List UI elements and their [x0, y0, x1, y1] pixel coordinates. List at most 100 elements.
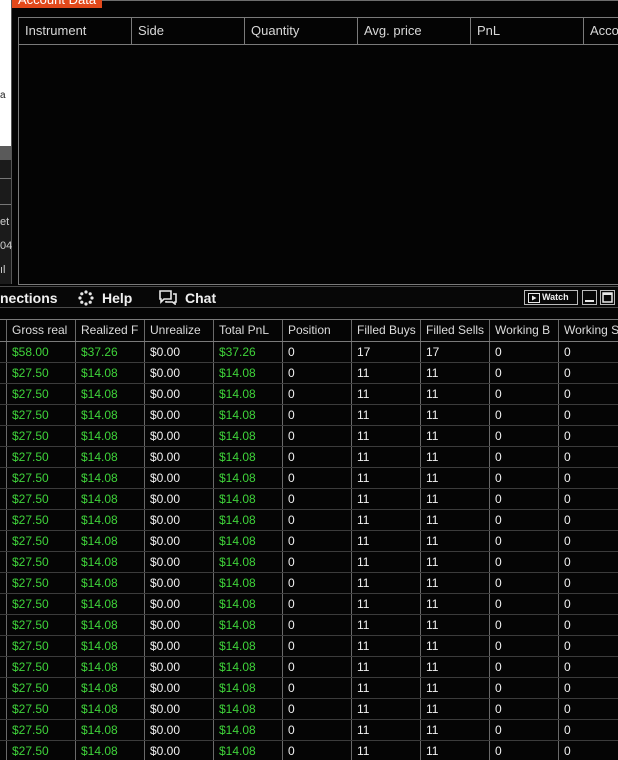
grid-cell: 11	[421, 489, 490, 509]
grid-cell: $27.50	[7, 405, 76, 425]
grid-row[interactable]: $27.50 $14.08 $0.00 $14.08 0 11 11 0 0	[0, 363, 618, 384]
positions-grid[interactable]: Gross real Realized F Unrealize Total PnL Po…	[0, 319, 618, 760]
grid-cell: 11	[352, 678, 421, 698]
grid-cell: 11	[421, 447, 490, 467]
grid-row[interactable]: $27.50 $14.08 $0.00 $14.08 0 11 11 0 0	[0, 699, 618, 720]
grid-column-header[interactable]: Unrealize	[145, 320, 214, 341]
grid-column-header[interactable]: Gross real	[7, 320, 76, 341]
grid-cell: $0.00	[145, 510, 214, 530]
grid-cell: 0	[283, 489, 352, 509]
grid-cell: 0	[283, 657, 352, 677]
grid-cell	[0, 384, 7, 404]
positions-grid-body: $58.00 $37.26 $0.00 $37.26 0 17 17 0 0 $27.50 $14.…	[0, 342, 618, 760]
grid-column-header[interactable]: Filled Buys	[352, 320, 421, 341]
grid-cell: 11	[352, 552, 421, 572]
grid-cell: $27.50	[7, 426, 76, 446]
grid-cell: $27.50	[7, 552, 76, 572]
grid-cell: 11	[421, 720, 490, 740]
grid-cell: 11	[421, 573, 490, 593]
connections-menu[interactable]: nections	[0, 287, 58, 308]
account-data-table[interactable]: Instrument Side Quantity Avg. price PnL Acco	[18, 17, 618, 285]
chat-menu[interactable]: Chat	[159, 287, 216, 308]
grid-column-header[interactable]	[0, 320, 7, 341]
grid-row[interactable]: $27.50 $14.08 $0.00 $14.08 0 11 11 0 0	[0, 636, 618, 657]
grid-column-header[interactable]: Realized F	[76, 320, 145, 341]
account-column-header[interactable]: Acco	[584, 18, 618, 44]
grid-cell: 11	[421, 531, 490, 551]
grid-cell: $27.50	[7, 531, 76, 551]
grid-cell	[0, 678, 7, 698]
grid-cell: 0	[490, 615, 559, 635]
grid-cell: $27.50	[7, 678, 76, 698]
grid-column-header[interactable]: Working S	[559, 320, 618, 341]
grid-row[interactable]: $27.50 $14.08 $0.00 $14.08 0 11 11 0 0	[0, 678, 618, 699]
grid-cell: 0	[283, 594, 352, 614]
grid-cell: 0	[490, 405, 559, 425]
grid-row[interactable]: $27.50 $14.08 $0.00 $14.08 0 11 11 0 0	[0, 468, 618, 489]
grid-cell: 11	[421, 741, 490, 760]
grid-column-header[interactable]: Position	[283, 320, 352, 341]
grid-cell: $27.50	[7, 468, 76, 488]
grid-cell: $14.08	[76, 363, 145, 383]
maximize-button[interactable]	[600, 290, 615, 305]
grid-column-header[interactable]: Filled Sells	[421, 320, 490, 341]
grid-cell: 0	[559, 720, 618, 740]
grid-cell: 0	[283, 552, 352, 572]
grid-cell: $0.00	[145, 636, 214, 656]
account-column-header[interactable]: Avg. price	[358, 18, 471, 44]
help-menu[interactable]: Help	[78, 287, 132, 308]
grid-row[interactable]: $27.50 $14.08 $0.00 $14.08 0 11 11 0 0	[0, 720, 618, 741]
grid-cell: 11	[421, 384, 490, 404]
minimize-button[interactable]	[582, 290, 597, 305]
grid-cell	[0, 531, 7, 551]
grid-cell: $14.08	[214, 426, 283, 446]
grid-row[interactable]: $27.50 $14.08 $0.00 $14.08 0 11 11 0 0	[0, 447, 618, 468]
grid-row[interactable]: $27.50 $14.08 $0.00 $14.08 0 11 11 0 0	[0, 426, 618, 447]
grid-cell: 11	[421, 678, 490, 698]
account-column-header[interactable]: Instrument	[19, 18, 132, 44]
grid-cell: 0	[490, 678, 559, 698]
background-divider	[0, 178, 11, 179]
grid-cell: $0.00	[145, 384, 214, 404]
grid-cell	[0, 468, 7, 488]
grid-cell: 0	[490, 384, 559, 404]
grid-cell: 0	[283, 468, 352, 488]
grid-cell: 0	[559, 573, 618, 593]
grid-row[interactable]: $58.00 $37.26 $0.00 $37.26 0 17 17 0 0	[0, 342, 618, 363]
grid-column-header[interactable]: Total PnL	[214, 320, 283, 341]
grid-cell: $14.08	[76, 720, 145, 740]
account-data-tab[interactable]: Account Data	[12, 0, 103, 8]
grid-cell: 17	[421, 342, 490, 362]
account-column-header[interactable]: PnL	[471, 18, 584, 44]
grid-cell: 11	[421, 552, 490, 572]
grid-cell: 0	[490, 468, 559, 488]
grid-row[interactable]: $27.50 $14.08 $0.00 $14.08 0 11 11 0 0	[0, 531, 618, 552]
grid-cell: $14.08	[214, 699, 283, 719]
grid-cell: 0	[559, 552, 618, 572]
grid-row[interactable]: $27.50 $14.08 $0.00 $14.08 0 11 11 0 0	[0, 552, 618, 573]
grid-cell: 0	[490, 699, 559, 719]
grid-row[interactable]: $27.50 $14.08 $0.00 $14.08 0 11 11 0 0	[0, 405, 618, 426]
grid-row[interactable]: $27.50 $14.08 $0.00 $14.08 0 11 11 0 0	[0, 510, 618, 531]
grid-row[interactable]: $27.50 $14.08 $0.00 $14.08 0 11 11 0 0	[0, 657, 618, 678]
watch-button[interactable]: Watch	[524, 290, 578, 305]
grid-cell: 0	[490, 657, 559, 677]
grid-row[interactable]: $27.50 $14.08 $0.00 $14.08 0 11 11 0 0	[0, 594, 618, 615]
grid-row[interactable]: $27.50 $14.08 $0.00 $14.08 0 11 11 0 0	[0, 573, 618, 594]
account-column-header[interactable]: Side	[132, 18, 245, 44]
grid-row[interactable]: $27.50 $14.08 $0.00 $14.08 0 11 11 0 0	[0, 741, 618, 760]
grid-cell: 0	[283, 405, 352, 425]
grid-row[interactable]: $27.50 $14.08 $0.00 $14.08 0 11 11 0 0	[0, 489, 618, 510]
background-window-fragment: a et 04 ıl	[0, 0, 12, 284]
grid-cell: 0	[559, 594, 618, 614]
grid-row[interactable]: $27.50 $14.08 $0.00 $14.08 0 11 11 0 0	[0, 384, 618, 405]
grid-cell: 11	[421, 426, 490, 446]
grid-cell: $0.00	[145, 594, 214, 614]
grid-cell: $27.50	[7, 594, 76, 614]
grid-row[interactable]: $27.50 $14.08 $0.00 $14.08 0 11 11 0 0	[0, 615, 618, 636]
grid-cell: $14.08	[76, 405, 145, 425]
grid-cell: 11	[352, 531, 421, 551]
grid-cell	[0, 720, 7, 740]
account-column-header[interactable]: Quantity	[245, 18, 358, 44]
grid-column-header[interactable]: Working B	[490, 320, 559, 341]
